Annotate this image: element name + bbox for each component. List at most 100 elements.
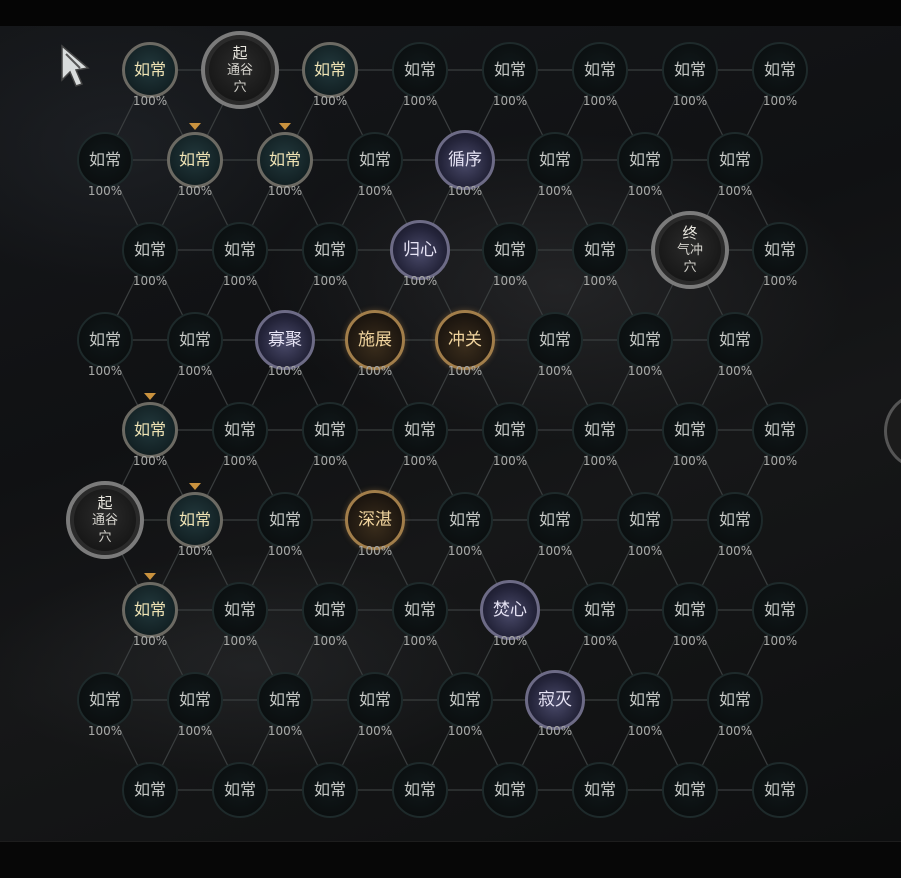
skill-node[interactable]: 归心: [390, 220, 450, 280]
meridian-node[interactable]: 如常: [617, 672, 673, 728]
meridian-node[interactable]: 如常: [752, 402, 808, 458]
meridian-node[interactable]: 如常: [662, 402, 718, 458]
meridian-node[interactable]: 如常: [212, 582, 268, 638]
node-label: 如常: [313, 600, 347, 619]
meridian-node[interactable]: 如常: [572, 42, 628, 98]
node-percent: 100%: [717, 724, 753, 738]
skill-node[interactable]: 寡聚: [255, 310, 315, 370]
start-node[interactable]: 起通谷穴: [201, 31, 279, 109]
meridian-node[interactable]: 如常: [122, 762, 178, 818]
meridian-node[interactable]: 如常: [752, 582, 808, 638]
meridian-node[interactable]: 如常: [437, 492, 493, 548]
node-percent: 100%: [222, 634, 258, 648]
meridian-node[interactable]: 如常: [482, 402, 538, 458]
meridian-node[interactable]: 如常: [527, 132, 583, 188]
meridian-node[interactable]: 如常: [482, 222, 538, 278]
node-percent: 100%: [672, 634, 708, 648]
meridian-node[interactable]: 如常: [302, 582, 358, 638]
active-node[interactable]: 如常: [122, 582, 178, 638]
feather-cursor-icon: [61, 44, 90, 87]
meridian-node[interactable]: 如常: [752, 42, 808, 98]
gold-skill-node[interactable]: 冲关: [435, 310, 495, 370]
node-label: 如常: [313, 60, 347, 79]
active-node[interactable]: 如常: [122, 402, 178, 458]
meridian-node[interactable]: 如常: [77, 132, 133, 188]
meridian-node[interactable]: 如常: [122, 222, 178, 278]
meridian-node[interactable]: 如常: [752, 222, 808, 278]
node-label: 如常: [583, 420, 617, 439]
meridian-node[interactable]: 如常: [392, 402, 448, 458]
meridian-node[interactable]: 如常: [572, 222, 628, 278]
meridian-node[interactable]: 如常: [212, 222, 268, 278]
meridian-node[interactable]: 如常: [707, 672, 763, 728]
meridian-node[interactable]: 如常: [572, 762, 628, 818]
active-node[interactable]: 如常: [122, 42, 178, 98]
meridian-node[interactable]: 如常: [617, 492, 673, 548]
meridian-node[interactable]: 如常: [347, 132, 403, 188]
meridian-node[interactable]: 如常: [167, 672, 223, 728]
meridian-node[interactable]: 如常: [77, 312, 133, 368]
meridian-node[interactable]: 如常: [212, 762, 268, 818]
meridian-node[interactable]: 如常: [437, 672, 493, 728]
meridian-node[interactable]: 如常: [752, 762, 808, 818]
node-label: 如常: [223, 420, 257, 439]
gold-skill-node[interactable]: 深湛: [345, 490, 405, 550]
gold-skill-node[interactable]: 施展: [345, 310, 405, 370]
node-label: 施展: [358, 330, 392, 350]
end-node[interactable]: 终气冲穴: [651, 211, 729, 289]
node-label: 如常: [268, 690, 302, 709]
node-label: 如常: [628, 330, 662, 349]
meridian-node[interactable]: 如常: [257, 672, 313, 728]
meridian-node[interactable]: 如常: [707, 312, 763, 368]
skill-node[interactable]: 寂灭: [525, 670, 585, 730]
node-percent: 100%: [762, 274, 798, 288]
active-node[interactable]: 如常: [167, 492, 223, 548]
node-label: 如常: [313, 420, 347, 439]
meridian-node[interactable]: 如常: [662, 582, 718, 638]
meridian-node[interactable]: 如常: [302, 762, 358, 818]
meridian-node[interactable]: 如常: [662, 42, 718, 98]
meridian-node[interactable]: 如常: [212, 402, 268, 458]
node-percent: 100%: [582, 454, 618, 468]
active-node[interactable]: 如常: [257, 132, 313, 188]
meridian-node[interactable]: 如常: [707, 492, 763, 548]
node-label: 如常: [268, 510, 302, 529]
meridian-node[interactable]: 如常: [347, 672, 403, 728]
meridian-node[interactable]: 如常: [482, 762, 538, 818]
meridian-node[interactable]: 如常: [302, 402, 358, 458]
meridian-node[interactable]: 如常: [392, 762, 448, 818]
meridian-node[interactable]: 如常: [392, 42, 448, 98]
meridian-node[interactable]: 如常: [617, 132, 673, 188]
start-node[interactable]: 起通谷穴: [66, 481, 144, 559]
node-percent: 100%: [672, 94, 708, 108]
skill-node[interactable]: 循序: [435, 130, 495, 190]
meridian-node[interactable]: 如常: [617, 312, 673, 368]
node-percent: 100%: [762, 634, 798, 648]
node-label: 如常: [88, 690, 122, 709]
node-label: 如常: [313, 780, 347, 799]
meridian-node[interactable]: 如常: [257, 492, 313, 548]
node-percent: 100%: [357, 544, 393, 558]
meridian-node[interactable]: 如常: [482, 42, 538, 98]
meridian-node[interactable]: 如常: [302, 222, 358, 278]
node-percent: 100%: [627, 544, 663, 558]
skill-node[interactable]: 焚心: [480, 580, 540, 640]
meridian-node[interactable]: 如常: [527, 312, 583, 368]
meridian-node[interactable]: 如常: [707, 132, 763, 188]
node-percent: 100%: [357, 724, 393, 738]
node-percent: 100%: [402, 274, 438, 288]
node-label: 如常: [763, 600, 797, 619]
meridian-node[interactable]: 如常: [77, 672, 133, 728]
node-percent: 100%: [402, 94, 438, 108]
meridian-node[interactable]: 如常: [662, 762, 718, 818]
meridian-node[interactable]: 如常: [572, 582, 628, 638]
node-percent: 100%: [267, 364, 303, 378]
meridian-node[interactable]: 如常: [392, 582, 448, 638]
meridian-node[interactable]: 如常: [572, 402, 628, 458]
meridian-node[interactable]: 如常: [527, 492, 583, 548]
active-node[interactable]: 如常: [167, 132, 223, 188]
meridian-node[interactable]: 如常: [167, 312, 223, 368]
node-label: 如常: [538, 330, 572, 349]
active-node[interactable]: 如常: [302, 42, 358, 98]
node-percent: 100%: [492, 634, 528, 648]
